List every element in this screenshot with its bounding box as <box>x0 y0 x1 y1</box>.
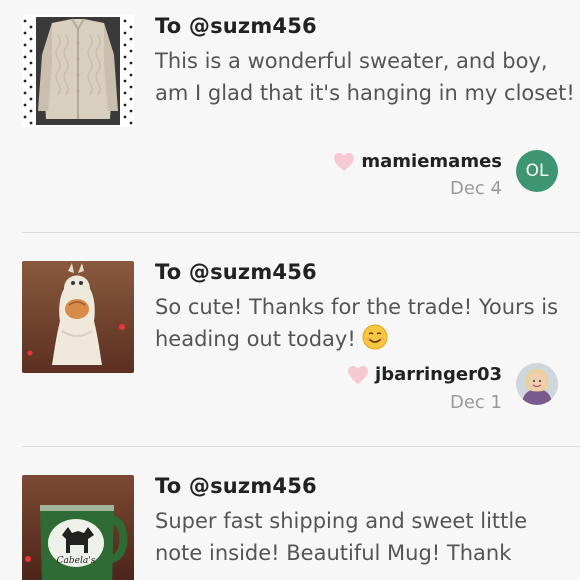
review-recipient[interactable]: To @suzm456 <box>155 260 317 284</box>
avatar[interactable] <box>516 363 558 405</box>
review-feed: To @suzm456 This is a wonderful sweater,… <box>0 0 580 580</box>
user-photo-icon <box>516 363 558 405</box>
divider <box>22 232 580 233</box>
moose-mug-thumbnail[interactable]: Cabela's <box>22 475 134 580</box>
svg-text:Cabela's: Cabela's <box>57 556 96 566</box>
review-comment-text: So cute! Thanks for the trade! Yours is … <box>155 295 559 351</box>
sweater-thumbnail[interactable] <box>22 15 134 127</box>
ghost-figurine-photo-icon <box>22 261 134 373</box>
review-recipient[interactable]: To @suzm456 <box>155 474 317 498</box>
divider <box>22 446 580 447</box>
avatar-initials: OL <box>525 161 549 181</box>
smiling-face-emoji-icon <box>362 324 388 350</box>
sweater-photo-icon <box>22 15 134 127</box>
review-author[interactable]: mamiemames <box>361 151 502 172</box>
review-author-row[interactable]: jbarringer03 <box>347 364 502 385</box>
review-recipient[interactable]: To @suzm456 <box>155 14 317 38</box>
review-comment: This is a wonderful sweater, and boy, am… <box>155 49 575 105</box>
heart-icon[interactable] <box>333 152 355 172</box>
review-author-row[interactable]: mamiemames <box>333 151 502 172</box>
avatar[interactable]: OL <box>516 150 558 192</box>
review-comment: So cute! Thanks for the trade! Yours is … <box>155 291 575 355</box>
review-date: Dec 1 <box>449 392 502 413</box>
ghost-figurine-thumbnail[interactable] <box>22 261 134 373</box>
heart-icon[interactable] <box>347 365 369 385</box>
review-date: Dec 4 <box>449 178 502 199</box>
review-comment: Super fast shipping and sweet little not… <box>155 509 528 565</box>
moose-mug-photo-icon: Cabela's <box>22 475 134 580</box>
review-author[interactable]: jbarringer03 <box>375 364 502 385</box>
